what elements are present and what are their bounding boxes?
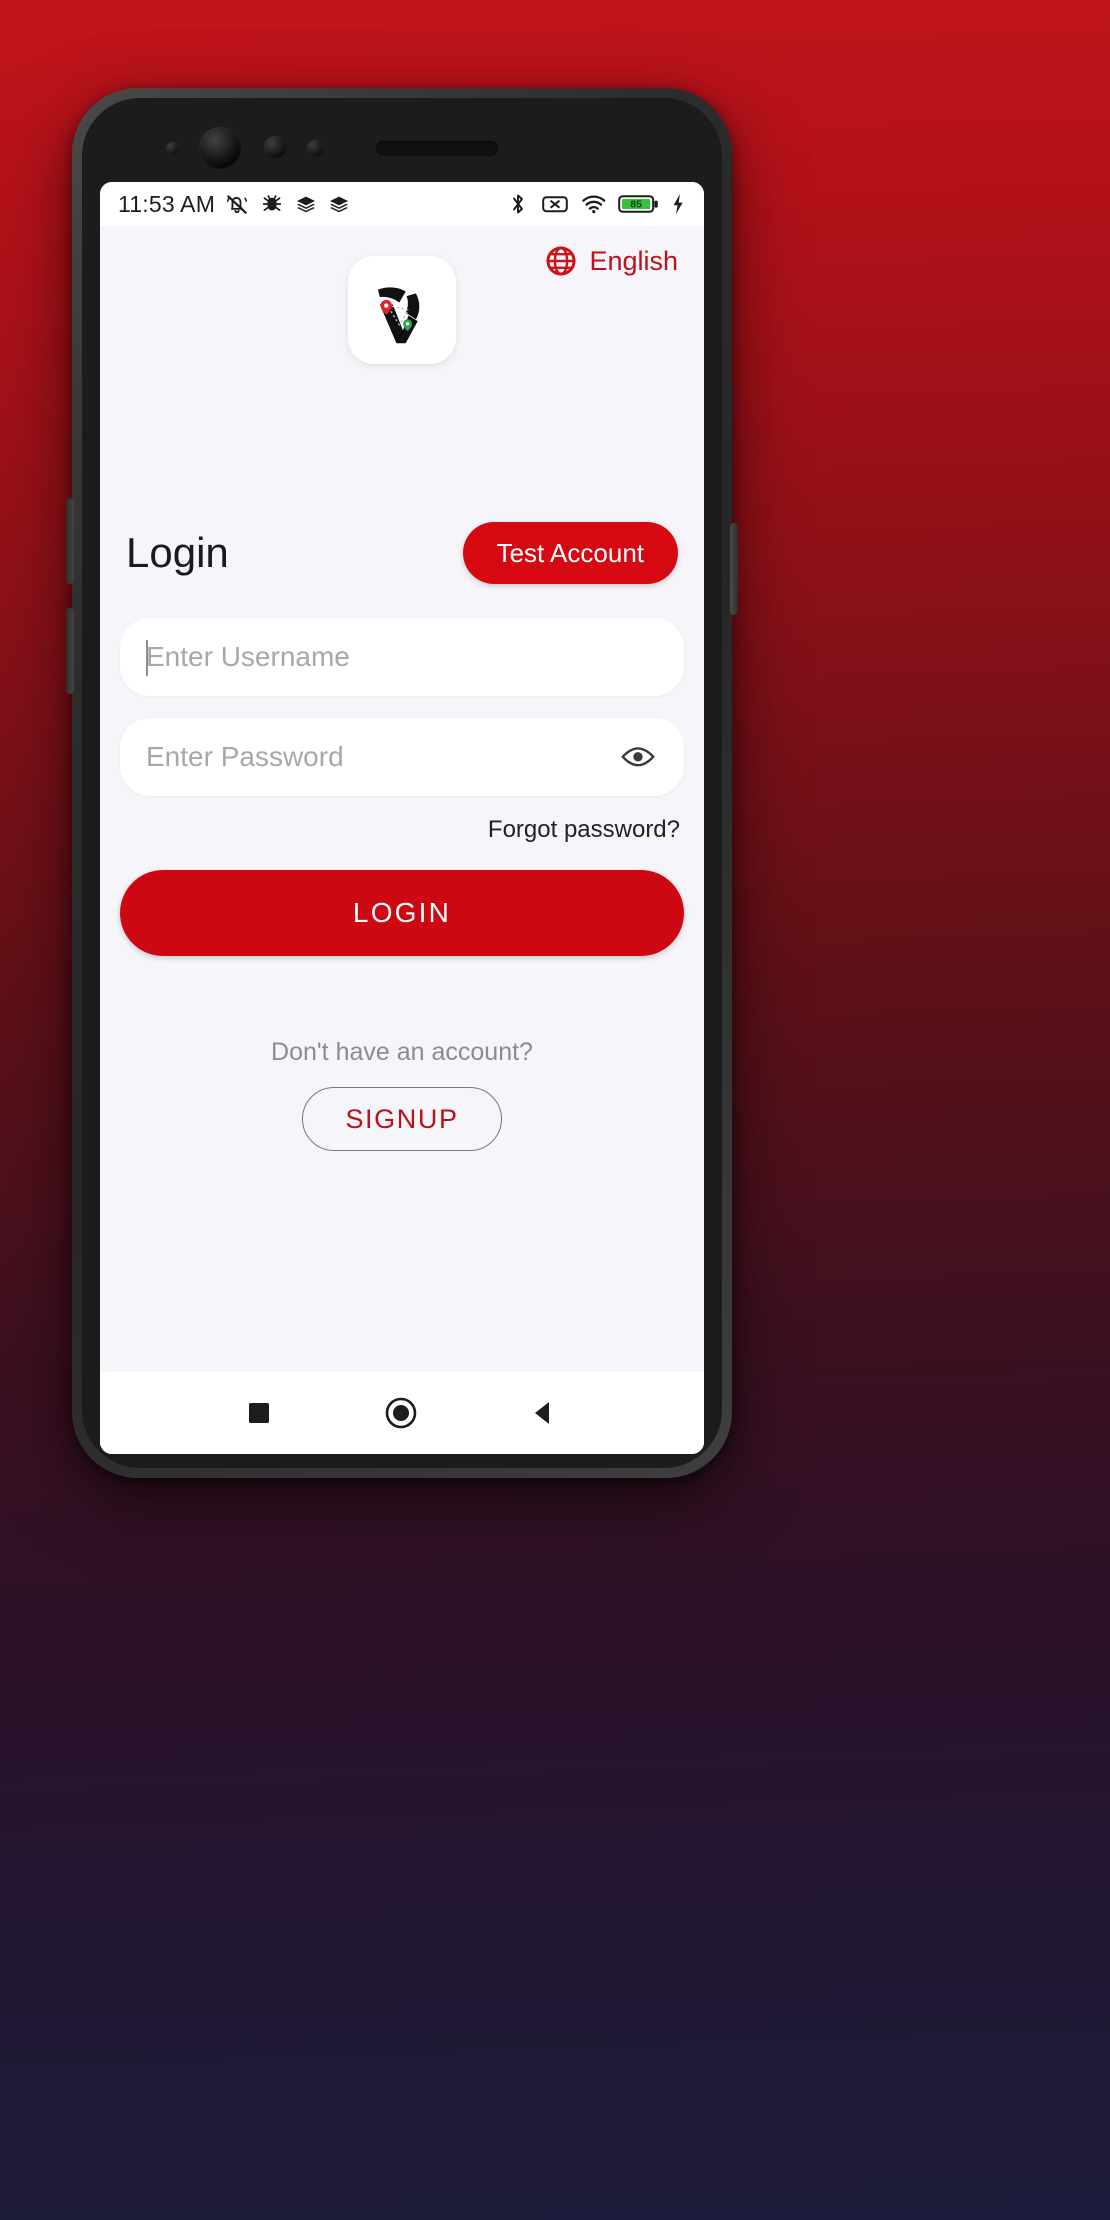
power-button[interactable] [730, 523, 738, 615]
volume-down-button[interactable] [66, 608, 74, 694]
status-time: 11:53 AM [118, 190, 216, 217]
login-button[interactable]: LOGIN [120, 870, 684, 956]
triangle-back-icon [534, 1402, 549, 1424]
phone-frame: 11:53 AM 85 English Login Test Account E… [82, 98, 722, 1468]
battery-percent-label: 85 [630, 199, 642, 210]
back-button[interactable] [528, 1397, 560, 1429]
phone-device: 11:53 AM 85 English Login Test Account E… [66, 88, 738, 1478]
page-title: Login [126, 529, 229, 576]
silent-mode-icon [227, 195, 248, 214]
app-logo [348, 256, 456, 364]
forgot-password-link[interactable]: Forgot password? [120, 816, 684, 844]
layers-icon [297, 196, 316, 213]
bug-icon [262, 195, 282, 211]
layers-icon [330, 196, 349, 213]
status-bar-left: 11:53 AM [118, 191, 351, 218]
square-icon [249, 1403, 270, 1423]
sensor-dot-icon [166, 142, 179, 155]
logo-container [100, 256, 704, 364]
android-nav-bar [100, 1372, 704, 1454]
circle-icon [385, 1397, 417, 1429]
phone-screen: 11:53 AM 85 English Login Test Account E… [100, 182, 704, 1454]
text-caret [146, 640, 148, 676]
status-bar-right: 85 [506, 191, 686, 217]
front-camera-icon [199, 127, 241, 169]
login-screen: English Login Test Account Enter Usernam… [100, 226, 704, 1372]
no-account-text: Don't have an account? [271, 1038, 533, 1066]
login-form: Forgot password? LOGIN Don't have an acc… [100, 618, 704, 1151]
wifi-icon [582, 195, 606, 214]
eye-icon [621, 747, 655, 767]
home-button[interactable] [383, 1395, 419, 1431]
proximity-sensor-icon [264, 136, 287, 159]
signup-button[interactable]: SIGNUP [302, 1087, 502, 1151]
username-input[interactable] [146, 641, 658, 673]
volume-up-button[interactable] [66, 498, 74, 584]
test-account-button[interactable]: Test Account [462, 522, 678, 584]
sim-off-icon [542, 196, 568, 213]
wallpaper-backdrop: 11:53 AM 85 English Login Test Account E… [0, 0, 1110, 2220]
login-title-row: Login Test Account [100, 522, 704, 584]
password-input[interactable] [146, 741, 618, 773]
signup-area: Don't have an account? SIGNUP [120, 1038, 684, 1151]
password-field-container[interactable] [120, 718, 684, 796]
username-field-container[interactable] [120, 618, 684, 696]
toggle-password-visibility-button[interactable] [618, 743, 658, 771]
light-sensor-icon [307, 140, 324, 157]
app-logo-mark [377, 287, 420, 344]
charging-bolt-icon [673, 194, 683, 214]
recents-button[interactable] [244, 1398, 274, 1428]
earpiece-speaker [376, 141, 498, 156]
bluetooth-icon [513, 194, 523, 214]
battery-icon: 85 [618, 195, 658, 213]
phone-hardware-row [82, 98, 722, 186]
status-bar: 11:53 AM 85 [100, 182, 704, 226]
